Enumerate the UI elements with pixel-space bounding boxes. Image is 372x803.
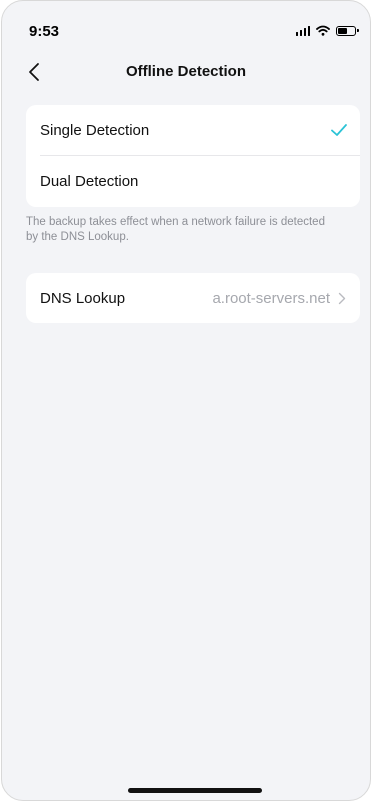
battery-icon [336, 25, 359, 36]
status-time: 9:53 [29, 23, 60, 40]
dns-lookup-value: a.root-servers.net [212, 289, 330, 307]
home-indicator [128, 788, 262, 793]
option-label: Single Detection [40, 122, 150, 139]
status-icons [295, 25, 359, 36]
nav-bar: Offline Detection [2, 53, 370, 91]
option-dual-detection[interactable]: Dual Detection [26, 156, 360, 207]
page-title: Offline Detection [125, 63, 246, 80]
option-single-detection[interactable]: Single Detection [26, 105, 360, 156]
backup-hint-text: The backup takes effect when a network f… [26, 216, 325, 243]
check-icon [331, 124, 347, 136]
dns-lookup-row[interactable]: DNS Lookup a.root-servers.net [26, 273, 360, 323]
signal-icon [295, 25, 310, 36]
chevron-right-icon [338, 292, 346, 304]
dns-lookup-label: DNS Lookup [40, 289, 126, 307]
phone-screen: 9:53 Offline Detection Single Detection … [1, 0, 371, 801]
wifi-icon [316, 25, 330, 36]
detection-mode-card: Single Detection Dual Detection [26, 105, 360, 207]
dns-lookup-card: DNS Lookup a.root-servers.net [26, 273, 360, 323]
option-label: Dual Detection [40, 173, 139, 190]
status-bar: 9:53 [2, 1, 370, 47]
